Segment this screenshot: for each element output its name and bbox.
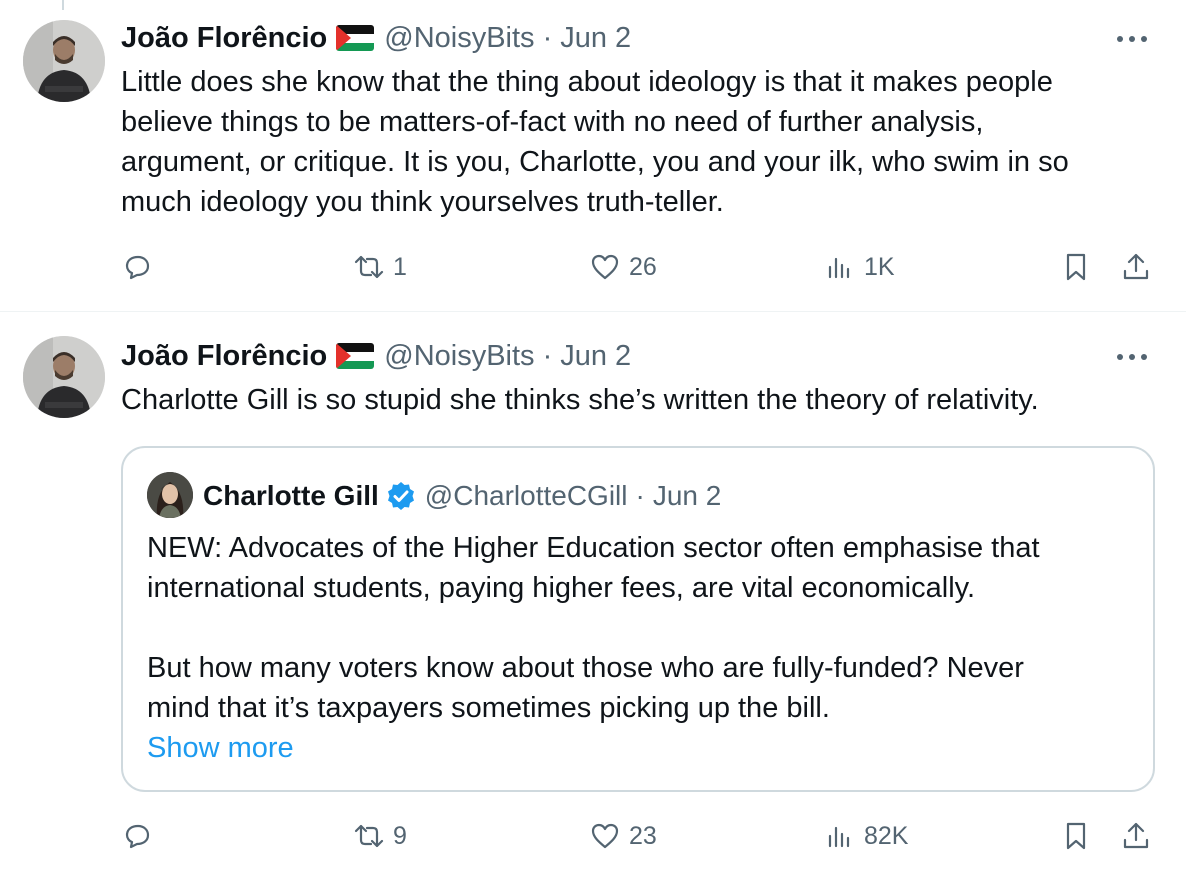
show-more-link[interactable]: Show more	[147, 728, 294, 768]
tweet-text-line: Little does she know that the thing abou…	[121, 66, 1053, 98]
tweet[interactable]: João Florêncio @NoisyBits · Jun 2 Little…	[0, 0, 1186, 312]
palestine-flag-icon	[336, 25, 375, 51]
tweet-text-line: Charlotte Gill is so stupid she thinks s…	[121, 384, 1039, 416]
author-name[interactable]: João Florêncio	[121, 340, 327, 373]
quoted-tweet-header: Charlotte Gill @CharlotteCGill · Jun 2	[203, 476, 721, 516]
quoted-author-handle: @CharlotteCGill	[424, 480, 628, 511]
tweet-text-line: much ideology you think yourselves truth…	[121, 186, 724, 218]
palestine-flag-icon	[336, 343, 375, 369]
quoted-tweet-text: NEW: Advocates of the Higher Education s…	[147, 528, 1137, 728]
reply-button[interactable]	[121, 816, 161, 856]
reply-icon	[125, 255, 150, 280]
views-count: 1K	[864, 252, 895, 281]
tweet-header: João Florêncio @NoisyBits · Jun 2	[121, 18, 631, 58]
like-count: 23	[629, 821, 657, 850]
tweet-date[interactable]: Jun 2	[560, 22, 631, 55]
quoted-tweet-date: Jun 2	[652, 480, 722, 511]
bookmark-button[interactable]	[1060, 816, 1092, 856]
quoted-text-line: NEW: Advocates of the Higher Education s…	[147, 532, 1040, 564]
share-icon	[1123, 253, 1149, 280]
tweet-date[interactable]: Jun 2	[560, 340, 631, 373]
more-icon[interactable]	[1112, 24, 1152, 54]
tweet-text-line: argument, or critique. It is you, Charlo…	[121, 146, 1069, 178]
views-button[interactable]: 82K	[824, 816, 908, 856]
quoted-author-name: Charlotte Gill	[203, 480, 379, 511]
author-name[interactable]: João Florêncio	[121, 22, 327, 55]
like-count: 26	[629, 252, 657, 281]
quoted-tweet-card[interactable]: Charlotte Gill @CharlotteCGill · Jun 2 N…	[121, 446, 1155, 792]
reply-icon	[125, 824, 150, 849]
reply-button[interactable]	[121, 247, 161, 287]
views-button[interactable]: 1K	[824, 247, 895, 287]
tweet-text-line: believe things to be matters-of-fact wit…	[121, 106, 984, 138]
bookmark-icon	[1066, 253, 1086, 281]
repost-count: 9	[393, 821, 407, 850]
share-button[interactable]	[1120, 247, 1152, 287]
tweet-header: João Florêncio @NoisyBits · Jun 2	[121, 336, 631, 376]
tweet[interactable]: João Florêncio @NoisyBits · Jun 2 Charlo…	[0, 312, 1186, 878]
repost-button[interactable]: 1	[353, 247, 407, 287]
tweet-actions: 9 23 82K	[121, 816, 1161, 856]
like-icon	[591, 823, 619, 849]
like-button[interactable]: 23	[589, 816, 657, 856]
tweet-actions: 1 26 1K	[121, 247, 1161, 287]
repost-icon	[354, 255, 384, 279]
avatar[interactable]	[23, 20, 105, 102]
share-button[interactable]	[1120, 816, 1152, 856]
more-icon[interactable]	[1112, 342, 1152, 372]
views-icon	[828, 257, 850, 279]
author-handle[interactable]: @NoisyBits	[384, 340, 534, 373]
separator-dot: ·	[542, 21, 553, 54]
views-icon	[828, 826, 850, 848]
tweet-text: Little does she know that the thing abou…	[121, 62, 1161, 222]
repost-count: 1	[393, 252, 407, 281]
separator-dot: ·	[542, 339, 553, 372]
separator-dot: ·	[635, 480, 645, 511]
like-button[interactable]: 26	[589, 247, 657, 287]
views-count: 82K	[864, 821, 909, 850]
quoted-text-line: mind that it’s taxpayers sometimes picki…	[147, 692, 830, 724]
repost-button[interactable]: 9	[353, 816, 407, 856]
quoted-text-line: But how many voters know about those who…	[147, 652, 1024, 684]
like-icon	[591, 254, 619, 280]
verified-badge-icon	[385, 480, 417, 512]
author-handle[interactable]: @NoisyBits	[384, 22, 534, 55]
quoted-text-line: international students, paying higher fe…	[147, 572, 976, 604]
repost-icon	[354, 824, 384, 848]
bookmark-icon	[1066, 822, 1086, 850]
share-icon	[1123, 822, 1149, 849]
tweet-text: Charlotte Gill is so stupid she thinks s…	[121, 380, 1161, 420]
bookmark-button[interactable]	[1060, 247, 1092, 287]
quoted-avatar[interactable]	[147, 472, 193, 518]
avatar[interactable]	[23, 336, 105, 418]
